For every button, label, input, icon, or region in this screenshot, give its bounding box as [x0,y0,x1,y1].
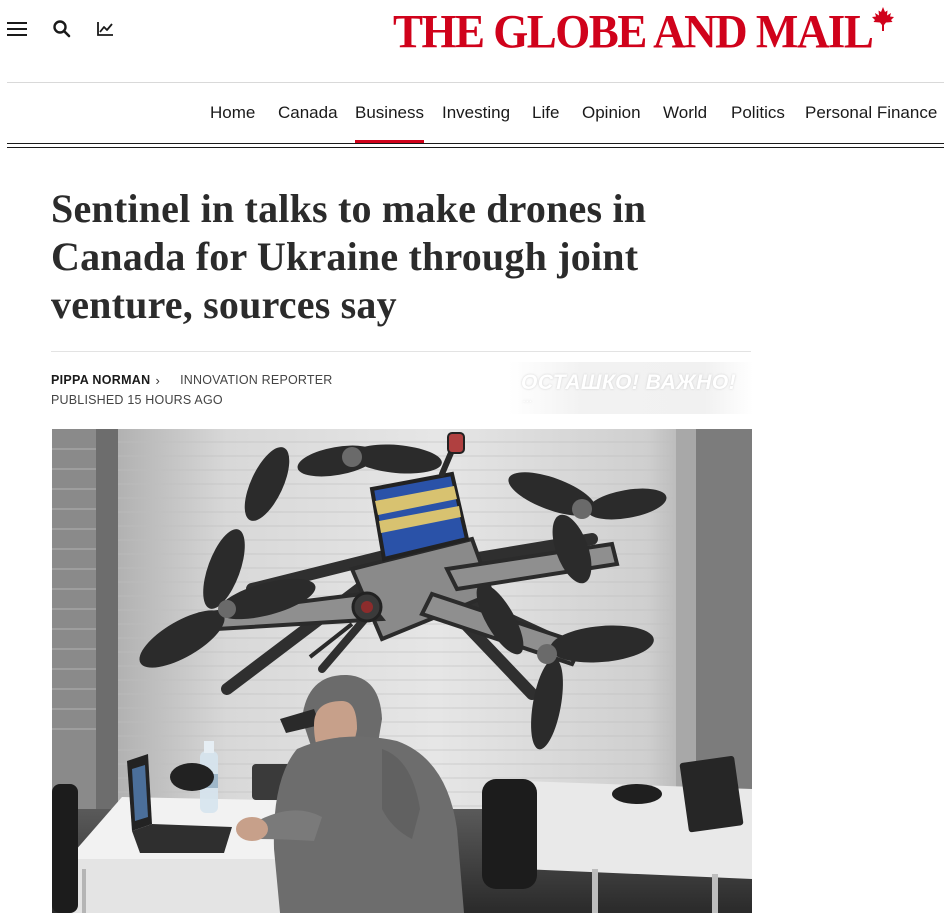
published-time: PUBLISHED 15 HOURS AGO [51,393,223,407]
author-name: PIPPA NORMAN [51,373,151,387]
markets-button[interactable] [91,14,119,44]
banner-text: ОСТАШКО! ВАЖНО! [521,371,737,394]
logo-text: THE GLOBE AND MAIL [393,5,874,59]
nav-divider-top [7,143,944,144]
nav-item-world[interactable]: World [663,83,707,143]
nav-item-personal-finance[interactable]: Personal Finance [805,83,937,143]
byline: PIPPA NORMAN › INNOVATION REPORTER [51,371,333,389]
line-chart-icon [95,20,115,38]
nav-item-business[interactable]: Business [355,83,424,143]
maple-leaf-icon [870,6,896,37]
article-photo[interactable] [52,429,752,913]
nav-item-investing[interactable]: Investing [442,83,510,143]
nav-item-life[interactable]: Life [532,83,559,143]
menu-button[interactable] [3,14,31,44]
nav-item-home[interactable]: Home [210,83,255,143]
site-header: THE GLOBE AND MAIL [0,0,944,82]
site-logo[interactable]: THE GLOBE AND MAIL [393,4,896,58]
photo-drone-operator-illustration [52,429,752,913]
section-nav: Home Canada Business Investing Life Opin… [0,83,944,143]
article-headline: Sentinel in talks to make drones in Cana… [51,186,647,327]
nav-item-opinion[interactable]: Opinion [582,83,641,143]
search-icon [52,19,72,39]
chevron-right-icon: › [155,372,161,388]
author-role: INNOVATION REPORTER [180,373,333,387]
nav-divider-bottom [7,147,944,148]
search-button[interactable] [48,14,76,44]
nav-item-canada[interactable]: Canada [278,83,338,143]
faded-banner: ОСТАШКО! ВАЖНО! ··· [509,362,753,414]
hamburger-menu-icon [6,20,28,38]
author-link[interactable]: PIPPA NORMAN › [51,373,160,388]
byline-divider [51,351,751,352]
nav-item-politics[interactable]: Politics [731,83,785,143]
banner-subtext: ··· [523,397,533,406]
